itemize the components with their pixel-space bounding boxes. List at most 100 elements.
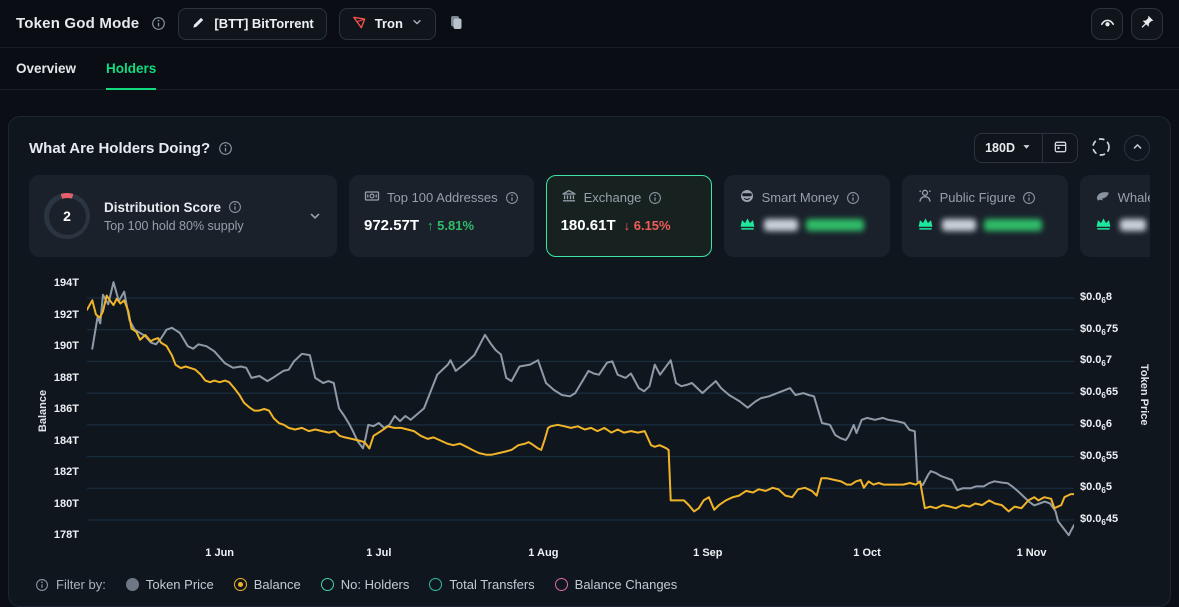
token-selector-button[interactable]: [BTT] BitTorrent xyxy=(178,8,326,40)
panel-header: What Are Holders Doing? 180D xyxy=(29,133,1150,163)
month-axis-tick: 1 Jul xyxy=(366,547,391,559)
chain-selector-button[interactable]: Tron xyxy=(339,8,436,40)
radio-outline-icon xyxy=(555,578,568,591)
filter-balance[interactable]: Balance xyxy=(234,577,301,592)
price-axis-tick: $0.0655 xyxy=(1080,449,1132,463)
tab-bar: Overview Holders xyxy=(0,48,1179,90)
month-axis-tick: 1 Jun xyxy=(205,547,234,559)
top-bar-actions xyxy=(1091,8,1163,40)
price-axis-tick: $0.0665 xyxy=(1080,386,1132,400)
blurred-value xyxy=(764,219,798,231)
price-axis-tick: $0.067 xyxy=(1080,354,1132,368)
distribution-score-gauge: 2 xyxy=(44,193,90,239)
blurred-change xyxy=(984,219,1042,231)
stat-card-exchange[interactable]: Exchange 180.61T ↓ 6.15% xyxy=(546,175,712,257)
balance-axis-tick: 188T xyxy=(29,372,79,384)
tab-overview[interactable]: Overview xyxy=(16,48,76,90)
info-icon[interactable] xyxy=(648,191,662,205)
month-axis-tick: 1 Nov xyxy=(1017,547,1047,559)
fullscreen-button[interactable] xyxy=(1088,135,1114,161)
filter-no-holders[interactable]: No: Holders xyxy=(321,577,410,592)
copy-button[interactable] xyxy=(448,14,464,34)
caret-down-icon xyxy=(1021,141,1032,155)
filter-item-label: No: Holders xyxy=(341,577,410,592)
bank-icon xyxy=(561,188,577,207)
radio-selected-icon xyxy=(234,578,247,591)
stat-label: Exchange xyxy=(584,190,642,205)
filter-item-label: Total Transfers xyxy=(449,577,534,592)
radio-outline-icon xyxy=(321,578,334,591)
stat-card-whale[interactable]: Whale xyxy=(1080,175,1150,257)
panel-title: What Are Holders Doing? xyxy=(29,140,210,157)
stat-value: 180.61T xyxy=(561,217,616,234)
eye-icon xyxy=(1099,14,1116,34)
crown-icon xyxy=(1095,216,1112,234)
public-figure-icon xyxy=(917,188,933,207)
copy-icon xyxy=(448,14,464,34)
range-selector[interactable]: 180D xyxy=(975,134,1042,162)
pencil-icon xyxy=(191,15,206,33)
balance-axis-tick: 190T xyxy=(29,340,79,352)
radio-outline-icon xyxy=(429,578,442,591)
page-title: Token God Mode xyxy=(16,15,139,32)
filter-by-label: Filter by: xyxy=(56,577,106,592)
holders-panel: What Are Holders Doing? 180D xyxy=(8,116,1171,607)
distribution-score-title: Distribution Score xyxy=(104,200,221,215)
x-axis-labels: 1 Jun1 Jul1 Aug1 Sep1 Oct1 Nov xyxy=(87,547,1074,567)
blurred-value xyxy=(1120,219,1146,231)
stat-card-public-figure[interactable]: Public Figure xyxy=(902,175,1068,257)
right-axis-labels: $0.068 $0.0675 $0.067 $0.0665 $0.066 $0.0655 $… xyxy=(1080,273,1132,543)
info-icon[interactable] xyxy=(218,141,233,156)
calendar-icon xyxy=(1053,139,1068,157)
filter-item-label: Token Price xyxy=(146,577,214,592)
price-axis-tick: $0.0645 xyxy=(1080,513,1132,527)
stat-label: Whale xyxy=(1118,190,1150,205)
stat-label: Smart Money xyxy=(762,190,839,205)
filter-total-transfers[interactable]: Total Transfers xyxy=(429,577,534,592)
price-axis-tick: $0.065 xyxy=(1080,481,1132,495)
stats-row: 2 Distribution Score Top 100 hold 80% su… xyxy=(29,175,1150,257)
price-axis-tick: $0.066 xyxy=(1080,418,1132,432)
info-icon[interactable] xyxy=(35,578,49,592)
tab-holders[interactable]: Holders xyxy=(106,48,156,90)
collapse-button[interactable] xyxy=(1124,135,1150,161)
holders-chart[interactable]: Balance 194T192T190T188T186T184T182T180T… xyxy=(29,269,1150,569)
stat-label: Top 100 Addresses xyxy=(387,190,498,205)
stat-label: Public Figure xyxy=(940,190,1016,205)
balance-axis-tick: 182T xyxy=(29,466,79,478)
main-content: What Are Holders Doing? 180D xyxy=(0,90,1179,607)
watch-button[interactable] xyxy=(1091,8,1123,40)
pin-button[interactable] xyxy=(1131,8,1163,40)
price-axis-tick: $0.0675 xyxy=(1080,323,1132,337)
balance-axis-tick: 194T xyxy=(29,277,79,289)
filter-token-price[interactable]: Token Price xyxy=(126,577,214,592)
chevron-down-icon[interactable] xyxy=(308,209,322,223)
blurred-value xyxy=(942,219,976,231)
info-icon[interactable] xyxy=(1022,191,1036,205)
balance-axis-tick: 192T xyxy=(29,309,79,321)
distribution-score-value: 2 xyxy=(63,208,71,224)
info-icon[interactable] xyxy=(846,191,860,205)
distribution-score-card[interactable]: 2 Distribution Score Top 100 hold 80% su… xyxy=(29,175,337,257)
stat-card-top100[interactable]: Top 100 Addresses 972.57T ↑ 5.81% xyxy=(349,175,534,257)
filter-balance-changes[interactable]: Balance Changes xyxy=(555,577,678,592)
info-icon[interactable] xyxy=(151,16,166,31)
smart-money-icon xyxy=(739,188,755,207)
tron-icon xyxy=(352,15,367,33)
balance-axis-tick: 186T xyxy=(29,403,79,415)
price-axis-tick: $0.068 xyxy=(1080,291,1132,305)
calendar-button[interactable] xyxy=(1043,134,1077,162)
chart-plot[interactable] xyxy=(87,273,1074,543)
right-axis-title: Token Price xyxy=(1138,364,1150,426)
pin-icon xyxy=(1139,14,1155,33)
balance-axis-tick: 184T xyxy=(29,435,79,447)
month-axis-tick: 1 Sep xyxy=(693,547,722,559)
crown-icon xyxy=(739,216,756,234)
range-label: 180D xyxy=(985,141,1015,155)
date-range-control: 180D xyxy=(974,133,1078,163)
info-icon[interactable] xyxy=(505,191,519,205)
month-axis-tick: 1 Aug xyxy=(528,547,558,559)
info-icon[interactable] xyxy=(228,200,242,214)
panel-controls: 180D xyxy=(974,133,1150,163)
stat-card-smart-money[interactable]: Smart Money xyxy=(724,175,890,257)
